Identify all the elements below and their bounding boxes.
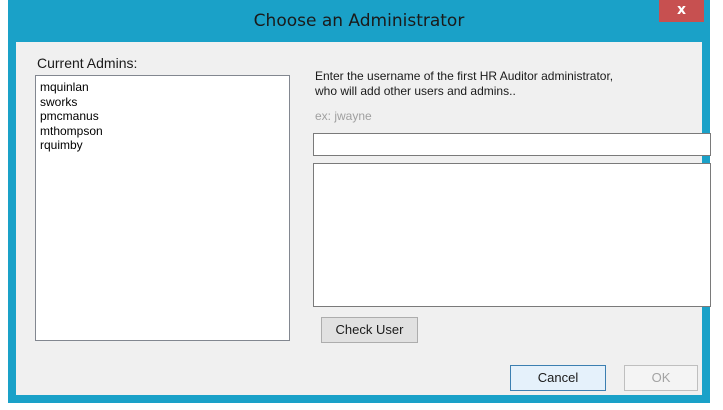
current-admins-label: Current Admins:: [37, 55, 138, 71]
list-item[interactable]: pmcmanus: [40, 109, 289, 124]
list-item[interactable]: mquinlan: [40, 80, 289, 95]
cancel-button[interactable]: Cancel: [510, 365, 606, 391]
instructions-text: Enter the username of the first HR Audit…: [315, 69, 695, 99]
username-input[interactable]: [313, 133, 711, 156]
close-button[interactable]: x: [659, 0, 704, 22]
list-item[interactable]: mthompson: [40, 124, 289, 139]
close-icon: x: [676, 2, 687, 18]
list-item[interactable]: sworks: [40, 95, 289, 110]
check-user-button[interactable]: Check User: [321, 317, 418, 343]
list-item[interactable]: rquimby: [40, 138, 289, 153]
dialog-window: Choose an Administrator x Current Admins…: [8, 0, 711, 403]
instructions-line-2: who will add other users and admins..: [315, 84, 516, 98]
dialog-title: Choose an Administrator: [253, 11, 465, 31]
user-check-result-box[interactable]: [313, 163, 711, 307]
instructions-line-1: Enter the username of the first HR Audit…: [315, 69, 614, 83]
current-admins-list[interactable]: mquinlan sworks pmcmanus mthompson rquim…: [35, 75, 290, 341]
dialog-content: Current Admins: mquinlan sworks pmcmanus…: [16, 42, 711, 395]
username-example-hint: ex: jwayne: [315, 109, 372, 123]
ok-button[interactable]: OK: [624, 365, 698, 391]
title-bar[interactable]: Choose an Administrator x: [8, 0, 710, 42]
